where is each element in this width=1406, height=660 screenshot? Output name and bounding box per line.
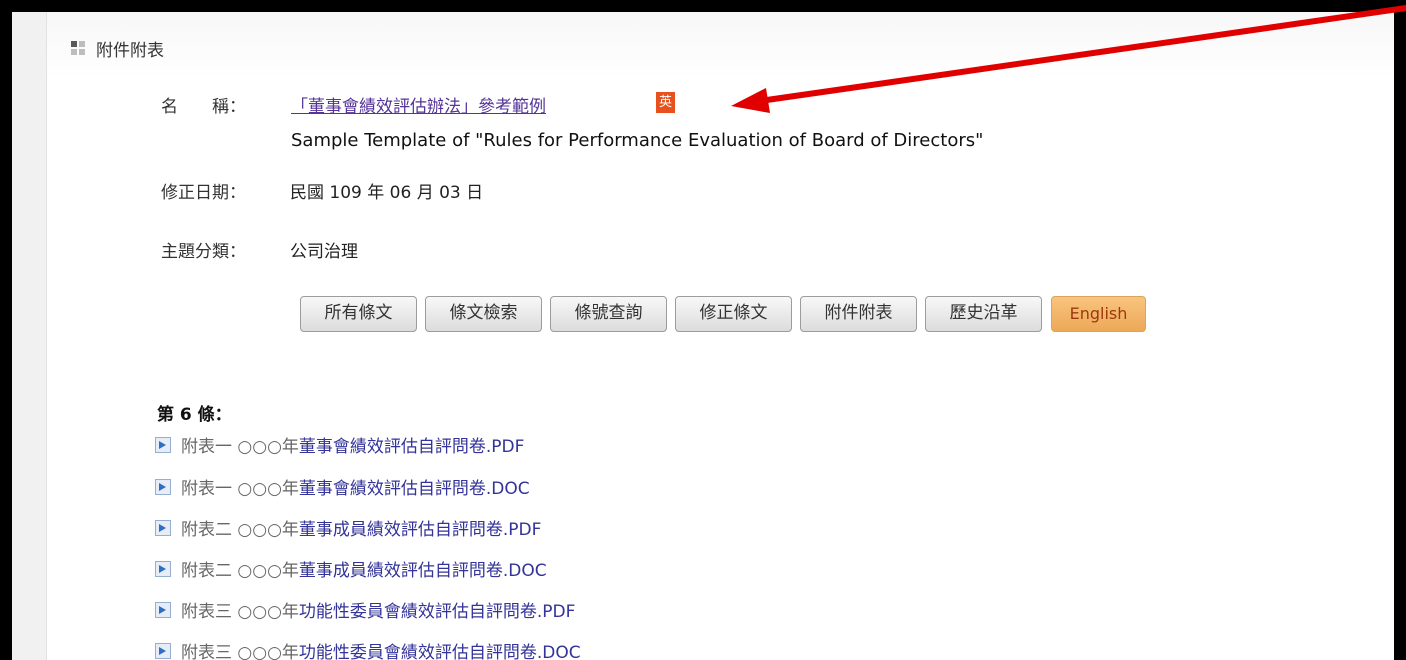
red-arrow-annotation xyxy=(731,5,1406,113)
annotation-arrow-line xyxy=(757,5,1406,104)
annotation-arrow-head xyxy=(731,88,770,113)
